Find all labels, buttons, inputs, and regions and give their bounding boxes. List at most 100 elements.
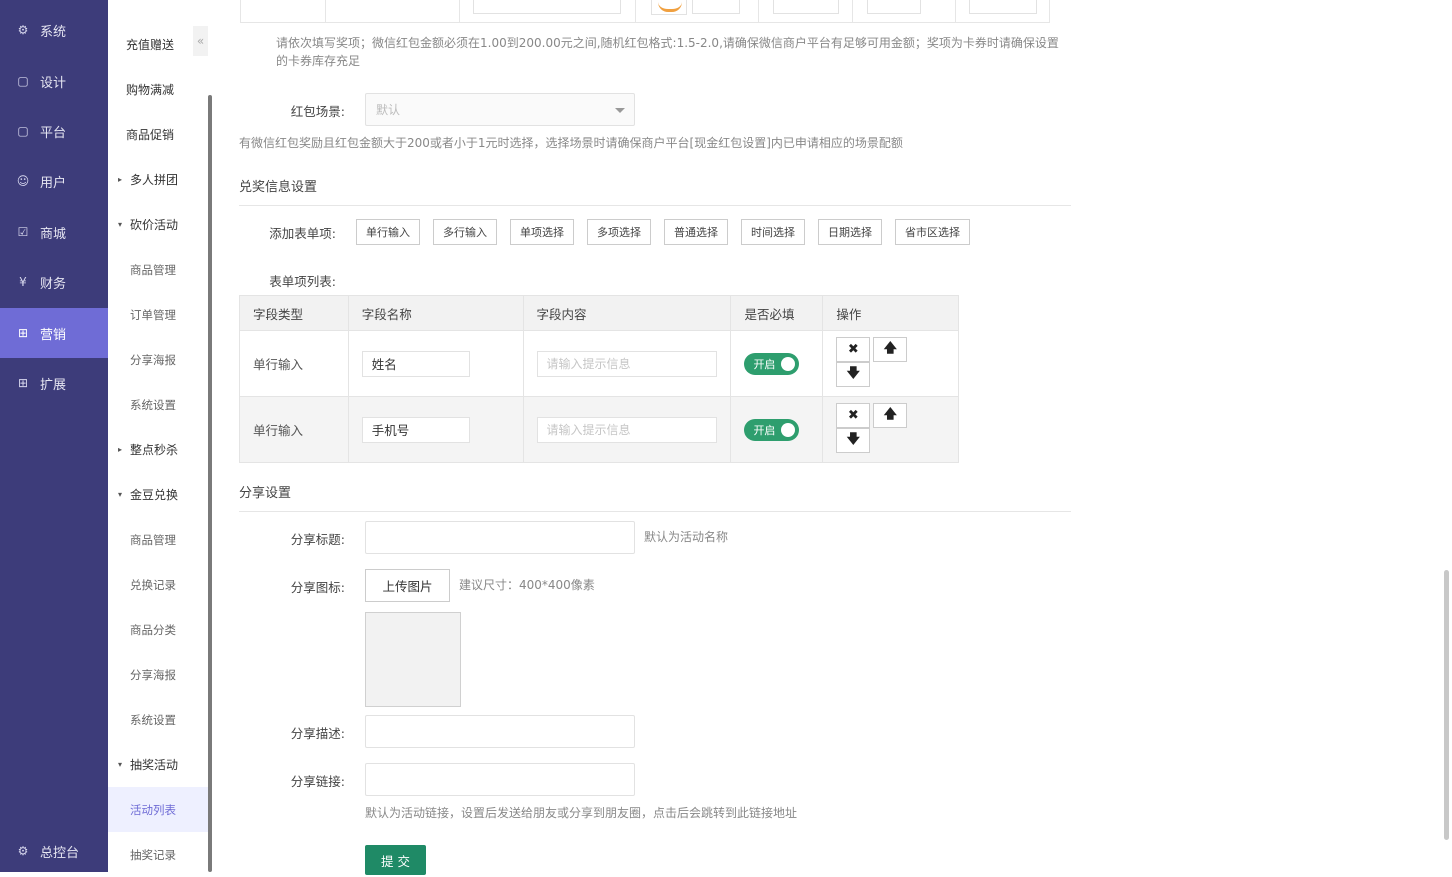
sidebar-item-full-reduction[interactable]: 购物满减 — [108, 67, 209, 112]
sidebar-group-lottery[interactable]: ▾ 抽奖活动 — [108, 742, 209, 787]
sidebar-group-group-buy[interactable]: ▸ 多人拼团 — [108, 157, 209, 202]
upload-image-button[interactable]: 上传图片 — [365, 569, 450, 602]
sidebar-item-share-poster-2[interactable]: 分享海报 — [108, 652, 209, 697]
chevron-down-icon — [615, 108, 625, 113]
add-time-button[interactable]: 时间选择 — [741, 219, 805, 245]
field-name-input[interactable]: 姓名 — [361, 350, 470, 377]
required-toggle[interactable]: 开启 — [744, 352, 800, 375]
share-title-input[interactable] — [365, 521, 635, 554]
nav-label: 商城 — [40, 226, 67, 242]
share-icon-preview — [365, 612, 461, 707]
close-icon: ✖ — [847, 342, 859, 357]
prize-input[interactable] — [692, 0, 740, 14]
prize-input[interactable] — [867, 0, 921, 14]
delete-button[interactable]: ✖ — [836, 337, 871, 362]
sidebar-item-system-settings-2[interactable]: 系统设置 — [108, 697, 209, 742]
gear-icon: ⚙ — [17, 844, 29, 858]
page-scrollbar[interactable] — [1444, 570, 1449, 840]
share-link-help: 默认为活动链接，设置后发送给朋友或分享到朋友圈，点击后会跳转到此链接地址 — [365, 806, 798, 820]
add-date-button[interactable]: 日期选择 — [818, 219, 882, 245]
column-header: 是否必填 — [730, 295, 824, 331]
sidebar-item-goods-manage-2[interactable]: 商品管理 — [108, 517, 209, 562]
share-link-input[interactable] — [365, 763, 635, 796]
form-item-button-group: 单行输入 多行输入 单项选择 多项选择 普通选择 时间选择 日期选择 省市区选择 — [356, 219, 970, 245]
caret-right-icon: ▸ — [118, 175, 123, 184]
caret-down-icon: ▾ — [118, 760, 123, 769]
column-header: 字段类型 — [239, 295, 349, 331]
prize-image[interactable] — [651, 0, 687, 15]
double-chevron-left-icon: « — [196, 34, 205, 48]
arrow-down-icon: 🡇 — [846, 365, 861, 381]
add-single-line-button[interactable]: 单行输入 — [356, 219, 420, 245]
prize-table-row — [240, 0, 1050, 23]
share-title-label: 分享标题: — [290, 532, 345, 547]
divider — [459, 0, 460, 22]
monitor-icon: ▢ — [17, 124, 29, 138]
move-down-button[interactable]: 🡇 — [836, 428, 871, 453]
grid-icon: ⊞ — [17, 376, 29, 390]
add-select-button[interactable]: 普通选择 — [664, 219, 728, 245]
field-name-input[interactable]: 手机号 — [361, 416, 470, 443]
sidebar-item-system-settings[interactable]: 系统设置 — [108, 382, 209, 427]
scene-select[interactable]: 默认 — [365, 93, 635, 126]
sidebar-item-order-manage[interactable]: 订单管理 — [108, 292, 209, 337]
arrow-up-icon: 🡅 — [883, 340, 898, 356]
share-title-help: 默认为活动名称 — [644, 530, 729, 544]
sidebar-item-label: 商品管理 — [130, 532, 176, 547]
submit-button[interactable]: 提 交 — [365, 845, 426, 875]
move-down-button[interactable]: 🡇 — [836, 362, 871, 387]
nav-item-system[interactable]: ⚙ 系统 — [0, 5, 108, 55]
nav-item-finance[interactable]: ¥ 财务 — [0, 257, 108, 307]
primary-sidebar: ⚙ 系统 ▢ 设计 ▢ 平台 ☺ 用户 ☑ 商城 ¥ 财务 ⊞ 营销 ⊞ 扩展 … — [0, 0, 108, 872]
nav-item-extension[interactable]: ⊞ 扩展 — [0, 358, 108, 408]
share-link-label: 分享链接: — [290, 774, 345, 789]
sidebar-group-bargain[interactable]: ▾ 砍价活动 — [108, 202, 209, 247]
field-content-input[interactable]: 请输入提示信息 — [536, 350, 717, 377]
sidebar-group-bean-exchange[interactable]: ▾ 金豆兑换 — [108, 472, 209, 517]
sidebar-item-label: 多人拼团 — [130, 173, 179, 187]
prize-help-text: 请依次填写奖项；微信红包金额必须在1.00到200.00元之间,随机红包格式:1… — [276, 36, 1059, 68]
sidebar-item-exchange-records[interactable]: 兑换记录 — [108, 562, 209, 607]
move-up-button[interactable]: 🡅 — [873, 403, 908, 428]
field-content-input[interactable]: 请输入提示信息 — [536, 416, 717, 443]
scene-help-text: 有微信红包奖励且红包金额大于200或者小于1元时选择，选择场景时请确保商户平台[… — [239, 136, 903, 150]
nav-label: 系统 — [40, 24, 67, 40]
nav-item-shop[interactable]: ☑ 商城 — [0, 207, 108, 257]
add-multi-choice-button[interactable]: 多项选择 — [587, 219, 651, 245]
sidebar-item-promotion[interactable]: 商品促销 — [108, 112, 209, 157]
collapse-sidebar-button[interactable]: « — [193, 26, 208, 56]
nav-item-console[interactable]: ⚙ 总控台 — [0, 826, 108, 876]
prize-input[interactable] — [969, 0, 1037, 14]
delete-button[interactable]: ✖ — [836, 403, 871, 428]
sidebar-group-flash-sale[interactable]: ▸ 整点秒杀 — [108, 427, 209, 472]
field-type: 单行输入 — [239, 330, 349, 397]
sidebar-item-lottery-records[interactable]: 抽奖记录 — [108, 832, 209, 877]
sidebar-item-activity-list[interactable]: 活动列表 — [108, 787, 209, 832]
column-header: 操作 — [822, 295, 959, 331]
move-up-button[interactable]: 🡅 — [873, 337, 908, 362]
shop-icon: ☑ — [17, 225, 29, 239]
nav-item-user[interactable]: ☺ 用户 — [0, 156, 108, 206]
field-content-cell: 请输入提示信息 — [522, 396, 732, 463]
monitor-icon: ▢ — [17, 74, 29, 88]
sidebar-item-label: 分享海报 — [130, 352, 176, 367]
nav-item-marketing[interactable]: ⊞ 营销 — [0, 308, 108, 358]
required-toggle[interactable]: 开启 — [744, 418, 800, 441]
money-icon: ¥ — [19, 275, 27, 289]
toggle-knob — [781, 356, 796, 371]
share-desc-input[interactable] — [365, 715, 635, 748]
add-region-button[interactable]: 省市区选择 — [895, 219, 970, 245]
prize-input[interactable] — [473, 0, 621, 14]
ops-cell: ✖ 🡅 🡇 — [822, 330, 959, 397]
sidebar-item-goods-category[interactable]: 商品分类 — [108, 607, 209, 652]
sidebar-item-goods-manage[interactable]: 商品管理 — [108, 247, 209, 292]
sidebar-item-share-poster[interactable]: 分享海报 — [108, 337, 209, 382]
add-multi-line-button[interactable]: 多行输入 — [433, 219, 497, 245]
nav-item-platform[interactable]: ▢ 平台 — [0, 106, 108, 156]
main-content: 请依次填写奖项；微信红包金额必须在1.00到200.00元之间,随机红包格式:1… — [212, 0, 1442, 875]
nav-item-design[interactable]: ▢ 设计 — [0, 56, 108, 106]
add-single-choice-button[interactable]: 单项选择 — [510, 219, 574, 245]
toggle-knob — [781, 422, 796, 437]
prize-input[interactable] — [773, 0, 839, 14]
sidebar-item-label: 砍价活动 — [130, 218, 179, 232]
